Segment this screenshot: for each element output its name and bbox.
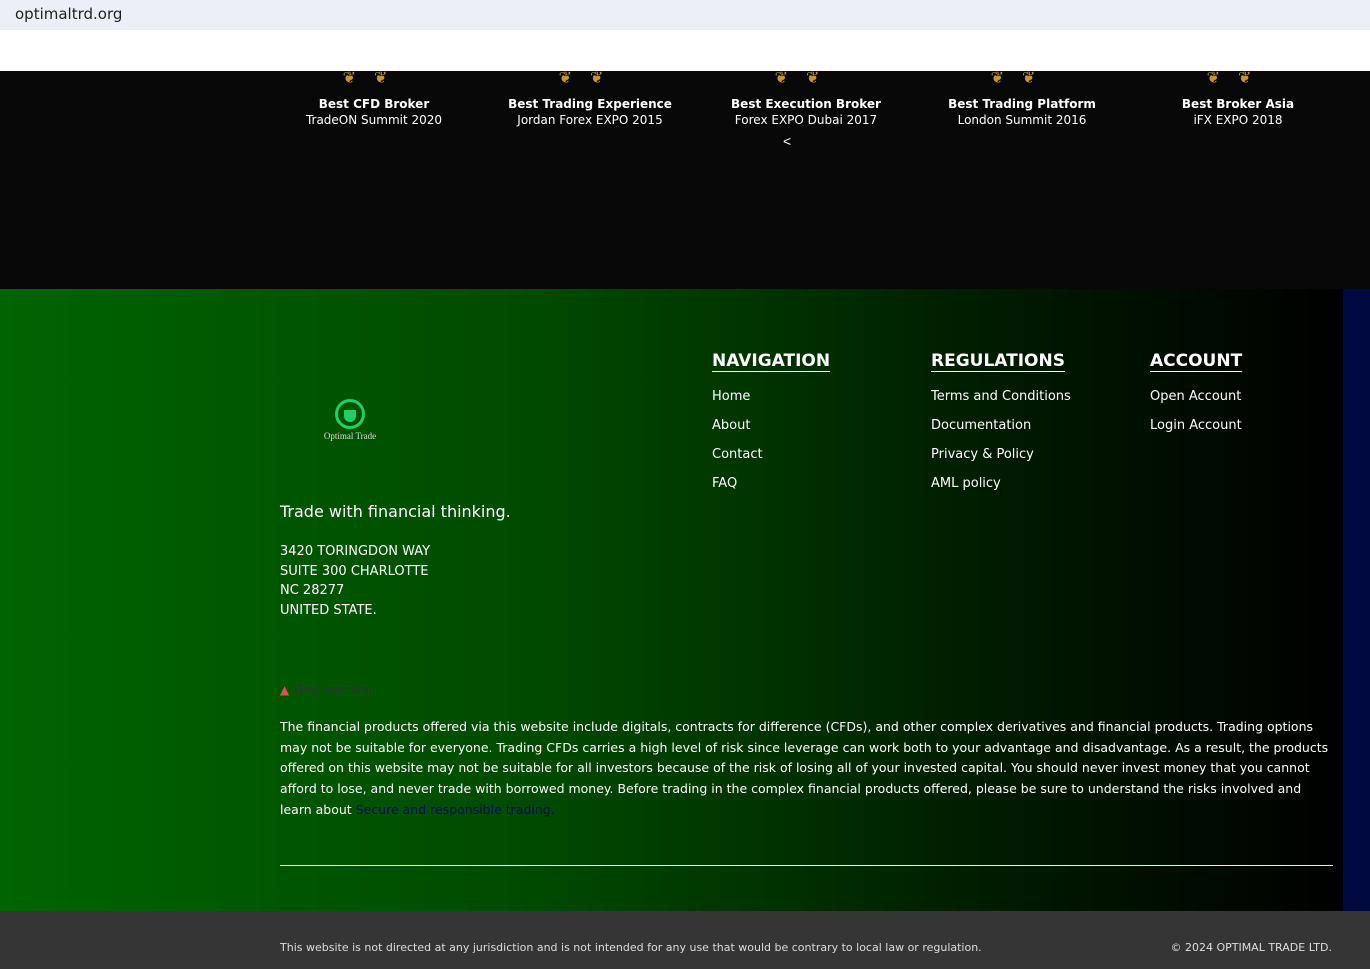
award-item: ❦❦ Best Trading Platform London Summit 201…	[914, 68, 1130, 128]
warning-icon: ▲	[280, 683, 290, 697]
laurel-icon: ❦❦	[558, 68, 622, 87]
account-heading: ACCOUNT	[1150, 351, 1243, 371]
risk-title-text: Risk warning	[295, 683, 372, 697]
copyright: © 2024 OPTIMAL TRADE LTD.	[1170, 941, 1332, 954]
tagline: Trade with financial thinking.	[280, 502, 511, 521]
award-title: Best Execution Broker	[731, 97, 881, 111]
laurel-icon: ❦❦	[990, 68, 1054, 87]
risk-warning-text: The financial products offered via this …	[280, 717, 1330, 821]
account-column: ACCOUNT Open Account Login Account	[1150, 351, 1242, 447]
awards-section: ❦❦ Best CFD Broker TradeON Summit 2020 ❦❦ B…	[0, 68, 1370, 289]
header-bar	[0, 30, 1370, 71]
logo-icon	[335, 399, 365, 429]
award-item: ❦❦ Best Execution Broker Forex EXPO Dubai …	[698, 68, 914, 128]
address-bar[interactable]: optimaltrd.org	[0, 0, 1370, 30]
award-event: Jordan Forex EXPO 2015	[517, 113, 663, 127]
award-event: London Summit 2016	[957, 113, 1087, 127]
link-open-account[interactable]: Open Account	[1150, 389, 1242, 418]
url-text[interactable]: optimaltrd.org	[15, 5, 122, 23]
risk-warning-title: ▲ Risk warning	[280, 683, 372, 697]
award-item: ❦❦ Best Trading Experience Jordan Forex EX…	[482, 68, 698, 128]
nav-link-contact[interactable]: Contact	[712, 447, 830, 476]
award-title: Best Broker Asia	[1181, 97, 1295, 111]
logo[interactable]: Optimal Trade	[318, 399, 382, 441]
footer: Optimal Trade Trade with financial think…	[0, 289, 1343, 911]
divider	[280, 865, 1333, 866]
navigation-column: NAVIGATION Home About Contact FAQ	[712, 351, 830, 505]
carousel-prev-button[interactable]: <	[783, 133, 791, 149]
navigation-heading: NAVIGATION	[712, 351, 831, 371]
award-item: ❦❦ Best CFD Broker TradeON Summit 2020	[266, 68, 482, 128]
address: 3420 TORINGDON WAY SUITE 300 CHARLOTTE N…	[280, 542, 430, 620]
award-event: iFX EXPO 2018	[1193, 113, 1283, 127]
laurel-icon: ❦❦	[1206, 68, 1270, 87]
link-privacy[interactable]: Privacy & Policy	[931, 447, 1071, 476]
laurel-icon: ❦❦	[774, 68, 838, 87]
logo-text: Optimal Trade	[323, 431, 377, 441]
nav-link-about[interactable]: About	[712, 418, 830, 447]
award-title: Best Trading Platform	[948, 97, 1096, 111]
award-event: Forex EXPO Dubai 2017	[734, 113, 878, 127]
link-login-account[interactable]: Login Account	[1150, 418, 1242, 447]
bottom-bar: This website is not directed at any juri…	[0, 911, 1370, 969]
address-line: NC 28277	[280, 583, 345, 599]
award-event: TradeON Summit 2020	[305, 113, 443, 127]
award-title: Best Trading Experience	[508, 97, 672, 111]
address-line: UNITED STATE.	[280, 602, 377, 618]
link-aml[interactable]: AML policy	[931, 476, 1071, 505]
address-line: SUITE 300 CHARLOTTE	[280, 563, 429, 579]
nav-link-faq[interactable]: FAQ	[712, 476, 830, 505]
award-title: Best CFD Broker	[318, 97, 430, 111]
award-item: ❦❦ Best Broker Asia iFX EXPO 2018	[1130, 68, 1346, 128]
regulations-column: REGULATIONS Terms and Conditions Documen…	[931, 351, 1071, 505]
laurel-icon: ❦❦	[342, 68, 406, 87]
responsible-trading-link[interactable]: Secure and responsible trading.	[356, 802, 555, 817]
address-line: 3420 TORINGDON WAY	[280, 544, 431, 559]
link-documentation[interactable]: Documentation	[931, 418, 1071, 447]
regulations-heading: REGULATIONS	[931, 351, 1065, 371]
scrollbar[interactable]	[1343, 289, 1370, 911]
disclaimer: This website is not directed at any juri…	[280, 941, 982, 954]
link-terms[interactable]: Terms and Conditions	[931, 389, 1071, 418]
nav-link-home[interactable]: Home	[712, 389, 830, 418]
